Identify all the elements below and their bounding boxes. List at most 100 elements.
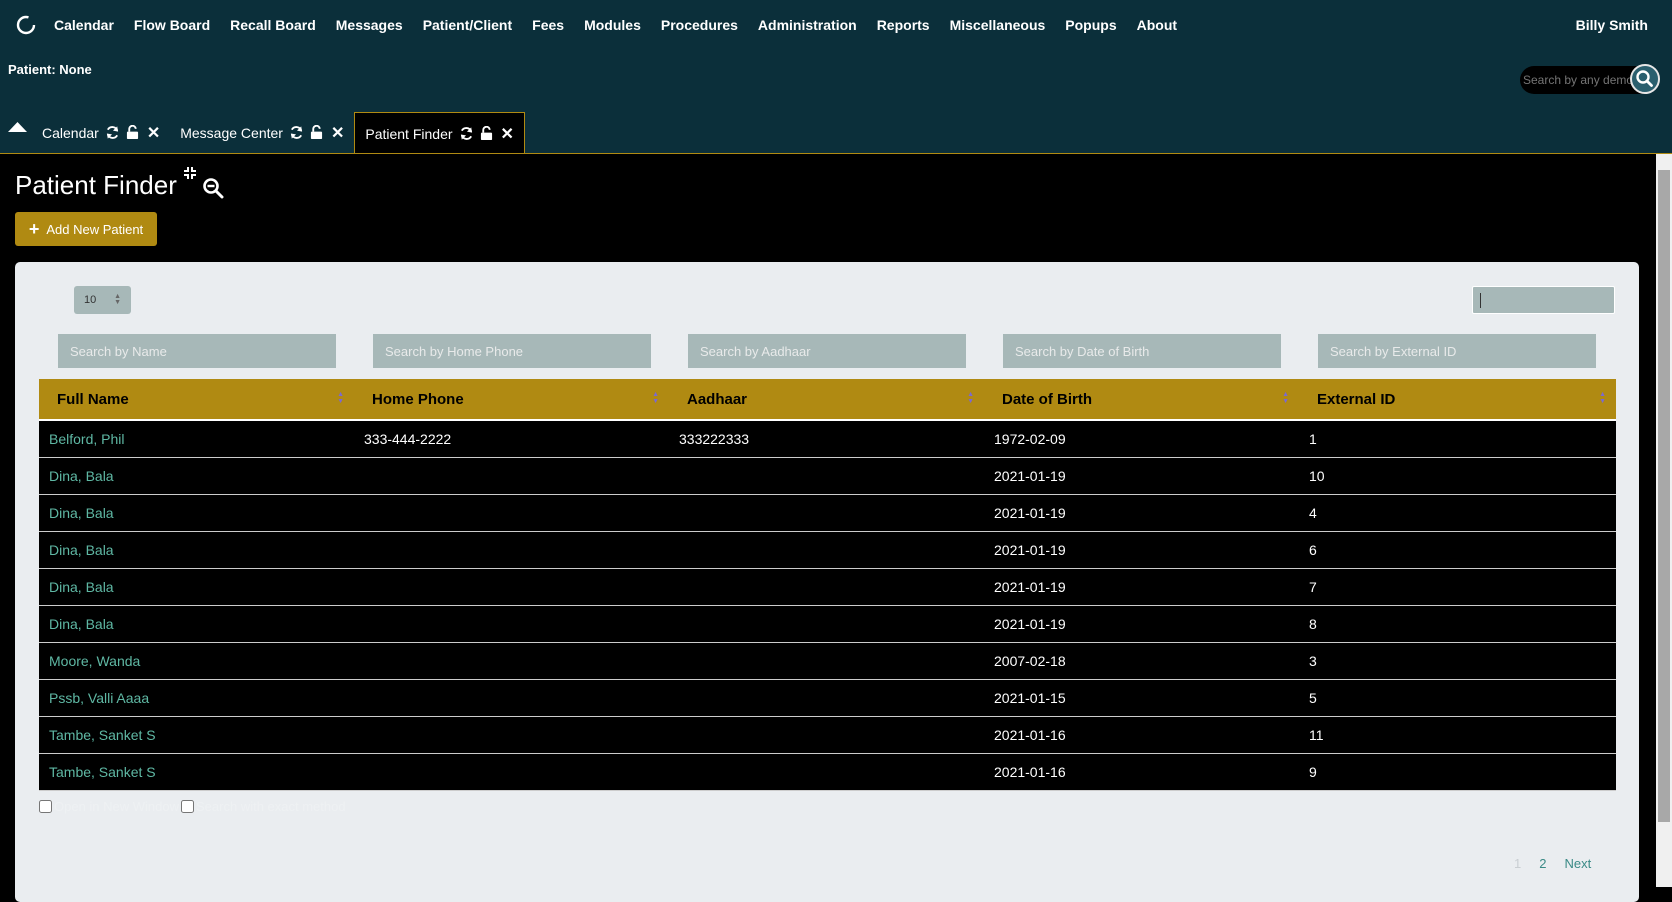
expand-icon[interactable] <box>183 166 197 180</box>
table-row[interactable]: Tambe, Sanket S 2021-01-16 11 <box>39 717 1616 754</box>
global-search-button[interactable] <box>1630 64 1660 94</box>
plus-icon: + <box>28 219 40 239</box>
column-header-dob[interactable]: Date of Birth ▲ ▼ <box>984 379 1299 419</box>
zoom-out-icon[interactable] <box>202 177 224 199</box>
chevron-up-icon[interactable] <box>8 121 27 132</box>
tab-label: Patient Finder <box>365 125 453 142</box>
unlock-icon[interactable] <box>126 124 141 140</box>
sort-icon: ▲ ▼ <box>1599 391 1606 405</box>
tab-label: Calendar <box>42 124 99 141</box>
menu-item-procedures[interactable]: Procedures <box>651 16 748 34</box>
page-length-select[interactable]: 10 ▲ ▼ <box>74 286 131 314</box>
tab-patient-finder[interactable]: Patient Finder ✕ <box>354 112 525 154</box>
menu-item-recall-board[interactable]: Recall Board <box>220 16 326 34</box>
exact-search-label: Search with exact method <box>196 799 346 814</box>
patient-name-link[interactable]: Belford, Phil <box>39 421 354 457</box>
patient-name-link[interactable]: Pssb, Valli Aaaa <box>39 680 354 716</box>
menu-item-calendar[interactable]: Calendar <box>54 16 124 34</box>
cell-home-phone <box>354 680 669 716</box>
patient-name-link[interactable]: Tambe, Sanket S <box>39 754 354 790</box>
patient-name-link[interactable]: Dina, Bala <box>39 495 354 531</box>
cell-home-phone <box>354 495 669 531</box>
search-external-id-input[interactable] <box>1318 334 1596 368</box>
cell-aadhaar <box>669 606 984 642</box>
cell-home-phone <box>354 569 669 605</box>
menu-item-messages[interactable]: Messages <box>326 16 413 34</box>
table-row[interactable]: Dina, Bala 2021-01-19 6 <box>39 532 1616 569</box>
cell-external-id: 1 <box>1309 431 1317 447</box>
exact-search-checkbox[interactable] <box>181 800 194 813</box>
cell-external-id: 9 <box>1309 764 1317 780</box>
user-menu[interactable]: Billy Smith <box>1576 16 1648 34</box>
tab-calendar[interactable]: Calendar ✕ <box>32 112 170 153</box>
logo-icon[interactable] <box>15 14 37 36</box>
cell-aadhaar <box>669 754 984 790</box>
scrollbar-thumb[interactable] <box>1658 170 1670 822</box>
add-new-patient-label: Add New Patient <box>46 221 144 237</box>
column-header-home-phone[interactable]: Home Phone ▲ ▼ <box>354 379 669 419</box>
global-search-input[interactable] <box>1520 66 1635 94</box>
menu-item-about[interactable]: About <box>1127 16 1187 34</box>
close-icon[interactable]: ✕ <box>147 123 160 143</box>
table-header: Full Name ▲ ▼ Home Phone ▲ ▼ Aadhaar ▲ ▼ Date … <box>39 379 1616 421</box>
table-search-input[interactable] <box>1472 286 1615 314</box>
table-row[interactable]: Belford, Phil 333-444-2222 333222333 1972-0… <box>39 421 1616 458</box>
menu-item-miscellaneous[interactable]: Miscellaneous <box>940 16 1056 34</box>
column-header-external-id[interactable]: External ID ▲ ▼ <box>1299 379 1616 419</box>
patient-name-link[interactable]: Dina, Bala <box>39 606 354 642</box>
open-new-window-label: Open in New Window <box>54 799 179 814</box>
cell-home-phone <box>354 532 669 568</box>
patient-name-link[interactable]: Dina, Bala <box>39 569 354 605</box>
patient-name-link[interactable]: Dina, Bala <box>39 532 354 568</box>
menu-item-fees[interactable]: Fees <box>522 16 574 34</box>
cell-dob: 2021-01-16 <box>994 764 1066 780</box>
patient-name-link[interactable]: Moore, Wanda <box>39 643 354 679</box>
unlock-icon[interactable] <box>480 125 495 141</box>
add-new-patient-button[interactable]: + Add New Patient <box>15 212 157 246</box>
column-header-label: Full Name <box>57 390 129 408</box>
pagination: 1 2 Next <box>1505 856 1600 871</box>
cell-dob: 2021-01-19 <box>994 616 1066 632</box>
table-row[interactable]: Moore, Wanda 2007-02-18 3 <box>39 643 1616 680</box>
menu-item-patient-client[interactable]: Patient/Client <box>413 16 522 34</box>
cell-dob: 1972-02-09 <box>994 431 1066 447</box>
tab-divider <box>0 153 1672 154</box>
open-new-window-checkbox[interactable] <box>39 800 52 813</box>
table-row[interactable]: Dina, Bala 2021-01-19 8 <box>39 606 1616 643</box>
refresh-icon[interactable] <box>105 125 120 140</box>
menu-item-modules[interactable]: Modules <box>574 16 651 34</box>
page-2-link[interactable]: 2 <box>1530 856 1555 871</box>
patient-name-link[interactable]: Dina, Bala <box>39 458 354 494</box>
menu-item-reports[interactable]: Reports <box>867 16 940 34</box>
column-header-aadhaar[interactable]: Aadhaar ▲ ▼ <box>669 379 984 419</box>
search-dob-input[interactable] <box>1003 334 1281 368</box>
close-icon[interactable]: ✕ <box>331 123 344 143</box>
search-name-input[interactable] <box>58 334 336 368</box>
table-row[interactable]: Tambe, Sanket S 2021-01-16 9 <box>39 754 1616 791</box>
cell-home-phone: 333-444-2222 <box>364 431 452 447</box>
menu-item-administration[interactable]: Administration <box>748 16 867 34</box>
tab-message-center[interactable]: Message Center ✕ <box>170 112 354 153</box>
select-arrows-icon: ▲ ▼ <box>114 293 121 306</box>
table-row[interactable]: Dina, Bala 2021-01-19 7 <box>39 569 1616 606</box>
close-icon[interactable]: ✕ <box>501 124 514 144</box>
page-1-link[interactable]: 1 <box>1505 856 1530 871</box>
search-phone-input[interactable] <box>373 334 651 368</box>
table-row[interactable]: Pssb, Valli Aaaa 2021-01-15 5 <box>39 680 1616 717</box>
menu-item-popups[interactable]: Popups <box>1055 16 1126 34</box>
refresh-icon[interactable] <box>459 126 474 141</box>
column-header-full-name[interactable]: Full Name ▲ ▼ <box>39 379 354 419</box>
sort-icon: ▲ ▼ <box>967 391 974 405</box>
table-row[interactable]: Dina, Bala 2021-01-19 4 <box>39 495 1616 532</box>
cell-aadhaar <box>669 532 984 568</box>
text-caret <box>1480 293 1481 308</box>
patient-name-link[interactable]: Tambe, Sanket S <box>39 717 354 753</box>
refresh-icon[interactable] <box>289 125 304 140</box>
next-page-link[interactable]: Next <box>1555 856 1600 871</box>
table-row[interactable]: Dina, Bala 2021-01-19 10 <box>39 458 1616 495</box>
cell-aadhaar <box>669 680 984 716</box>
menu-item-flow-board[interactable]: Flow Board <box>124 16 220 34</box>
unlock-icon[interactable] <box>310 124 325 140</box>
search-aadhaar-input[interactable] <box>688 334 966 368</box>
cell-dob: 2021-01-19 <box>994 468 1066 484</box>
